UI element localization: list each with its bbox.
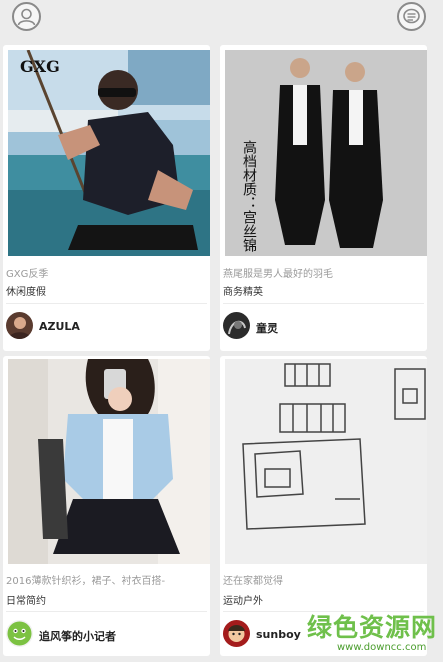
- user-icon: [17, 8, 36, 26]
- post-subtitle: 还在家都觉得: [223, 576, 283, 587]
- post-subtitle: GXG反季: [6, 269, 49, 280]
- post-title: 运动户外: [223, 596, 263, 607]
- post-subtitle: 2016薄款针织衫，裙子、衬衣百搭-: [6, 576, 166, 587]
- watermark-text: 绿色资源网: [307, 613, 438, 642]
- messages-button[interactable]: [397, 2, 426, 31]
- watermark-logo: 绿色资源网 www.downcc.com: [307, 608, 437, 658]
- post-title: 日常简约: [6, 596, 46, 607]
- post-card[interactable]: GXG GXG反季 休闲度假 AZULA: [3, 45, 210, 351]
- photo-caption-text: 高档材质：宫丝锦: [241, 139, 257, 252]
- top-bar: [0, 0, 443, 38]
- author-name[interactable]: 追风筝的小记者: [39, 628, 116, 644]
- avatar[interactable]: [6, 620, 33, 647]
- post-title: 休闲度假: [6, 287, 46, 298]
- watermark-url: www.downcc.com: [337, 642, 427, 653]
- avatar[interactable]: [6, 312, 33, 339]
- profile-button[interactable]: [12, 2, 41, 31]
- post-photo[interactable]: 高档材质：宫丝锦: [225, 50, 427, 256]
- post-photo[interactable]: [8, 359, 210, 564]
- avatar[interactable]: [223, 620, 250, 647]
- author-name[interactable]: 童灵: [256, 320, 278, 336]
- avatar[interactable]: [223, 312, 250, 339]
- post-card[interactable]: 高档材质：宫丝锦 燕尾服是男人最好的羽毛 商务精英 童灵: [220, 45, 427, 351]
- divider: [6, 611, 207, 612]
- post-photo[interactable]: GXG: [8, 50, 210, 256]
- post-title: 商务精英: [223, 287, 263, 298]
- post-photo[interactable]: [225, 359, 427, 564]
- divider: [6, 303, 207, 304]
- divider: [223, 303, 424, 304]
- author-name[interactable]: AZULA: [39, 320, 80, 333]
- photo-brand-text: GXG: [20, 57, 60, 76]
- author-name[interactable]: sunboy: [256, 628, 301, 641]
- post-subtitle: 燕尾服是男人最好的羽毛: [223, 269, 333, 280]
- post-card[interactable]: 2016薄款针织衫，裙子、衬衣百搭- 日常简约 追风筝的小记者: [3, 356, 210, 656]
- message-icon: [403, 8, 420, 24]
